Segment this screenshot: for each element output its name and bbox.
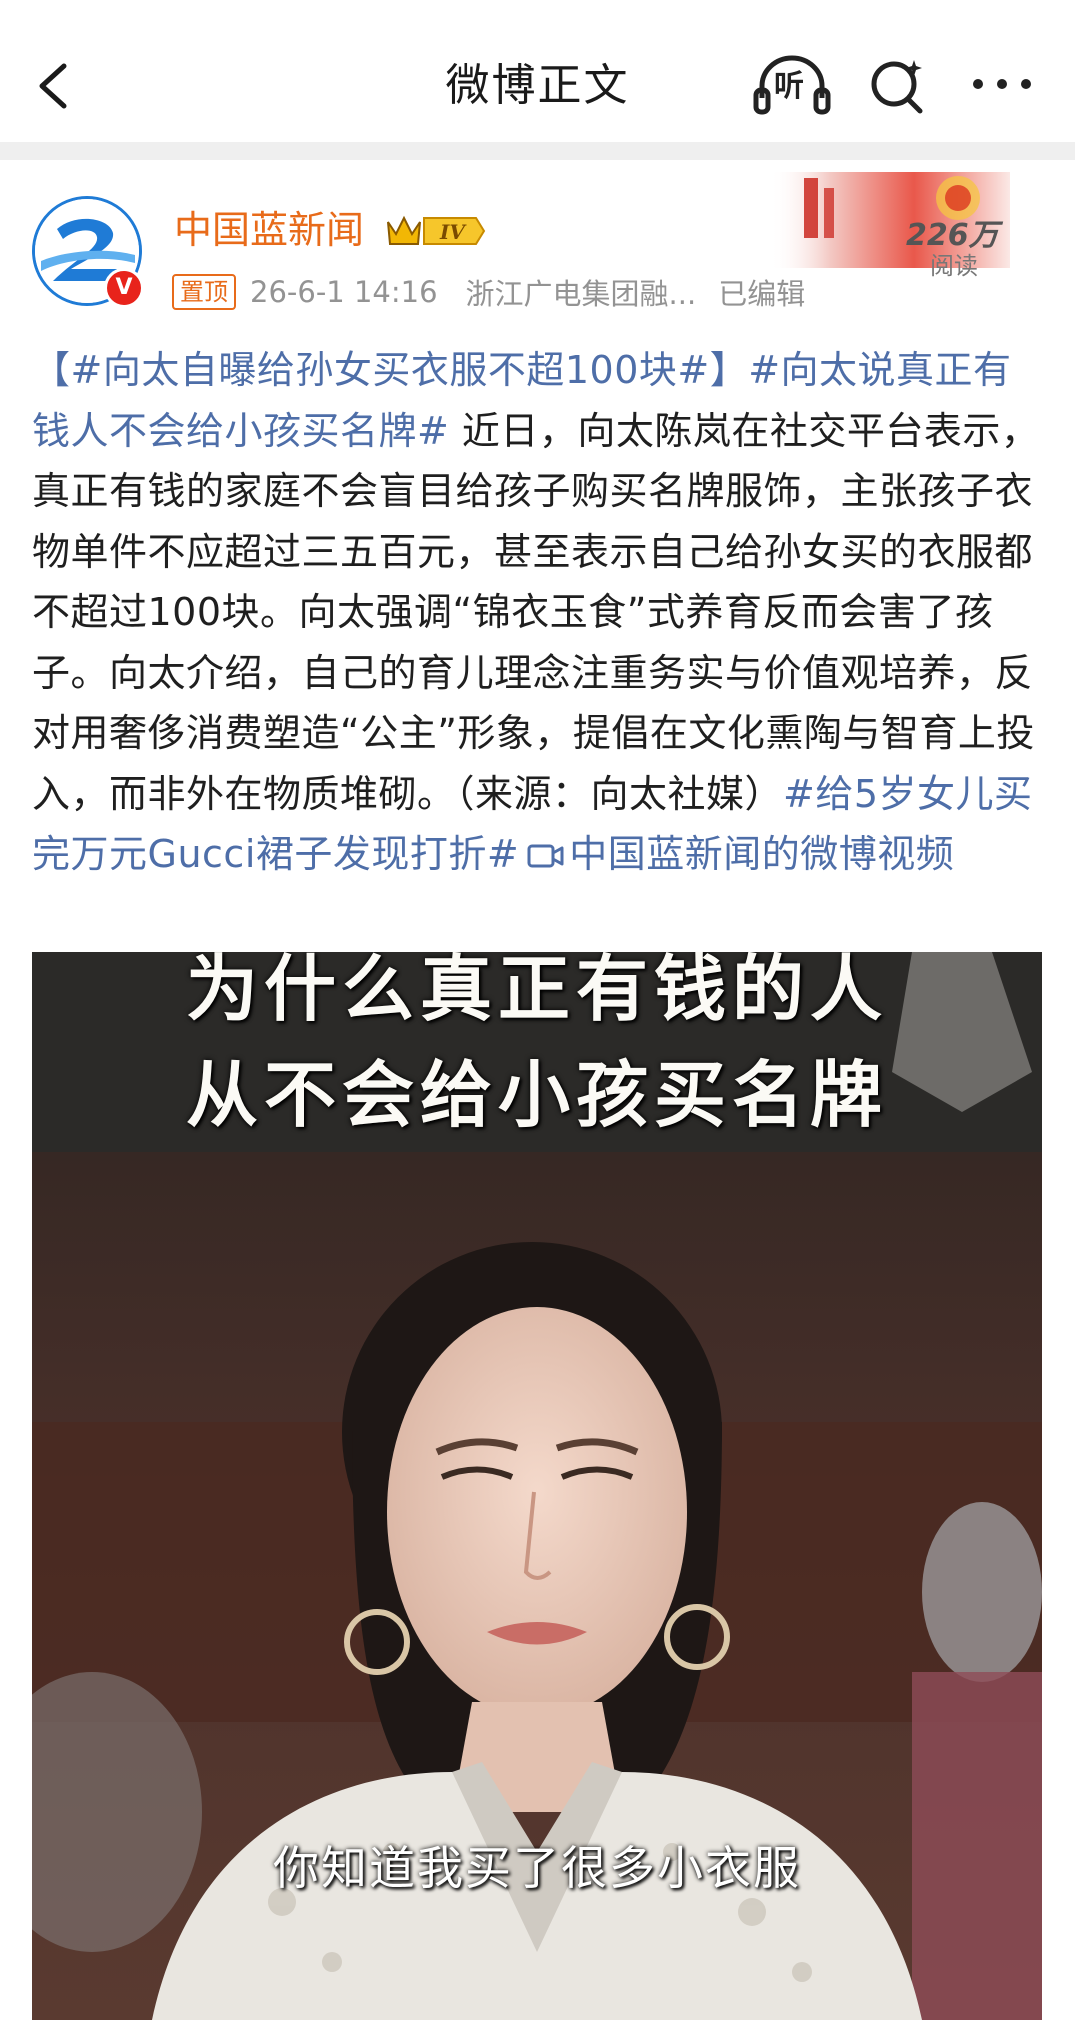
post-source[interactable]: 浙江广电集团融... bbox=[466, 271, 697, 313]
post-body: 近日，向太陈岚在社交平台表示，真正有钱的家庭不会盲目给孩子购买名牌服饰，主张孩子… bbox=[32, 408, 1040, 816]
vip-level-text: IV bbox=[439, 220, 467, 244]
author-name[interactable]: 中国蓝新闻 bbox=[174, 202, 364, 258]
search-button[interactable] bbox=[864, 52, 932, 120]
search-icon bbox=[871, 60, 923, 114]
video-link[interactable]: 中国蓝新闻的微博视频 bbox=[569, 832, 954, 876]
pinned-tag: 置顶 bbox=[172, 274, 236, 310]
edited-label[interactable]: 已编辑 bbox=[718, 271, 805, 313]
more-button[interactable] bbox=[964, 52, 1044, 120]
video-subtitle: 你知道我买了很多小衣服 bbox=[273, 1841, 801, 1895]
section-divider bbox=[0, 142, 1075, 160]
read-label: 阅读 bbox=[930, 252, 978, 280]
listen-button[interactable]: 听 bbox=[752, 52, 832, 120]
video-title-line2: 从不会给小孩买名牌 bbox=[185, 1053, 888, 1137]
verified-badge: V bbox=[104, 268, 144, 308]
hashtag-link[interactable]: 【#向太自曝给孙女买衣服不超100块#】 bbox=[32, 348, 748, 392]
crown-icon[interactable]: IV bbox=[384, 212, 488, 250]
video-player[interactable]: 为什么真正有钱的人 从不会给小孩买名牌 你知道我买了很多小衣服 bbox=[32, 952, 1042, 2020]
post-time: 26-6-1 14:16 bbox=[250, 275, 438, 309]
listen-label: 听 bbox=[774, 69, 804, 104]
more-icon bbox=[973, 79, 1031, 89]
post-content: 【#向太自曝给孙女买衣服不超100块#】#向太说真正有钱人不会给小孩买名牌# 近… bbox=[32, 340, 1047, 885]
video-camera-icon bbox=[527, 844, 564, 868]
video-title-line1: 为什么真正有钱的人 bbox=[185, 952, 888, 1031]
top-nav-bar: 微博正文 听 bbox=[0, 0, 1075, 142]
post-meta: 置顶 26-6-1 14:16 浙江广电集团融... 已编辑 bbox=[172, 270, 805, 314]
